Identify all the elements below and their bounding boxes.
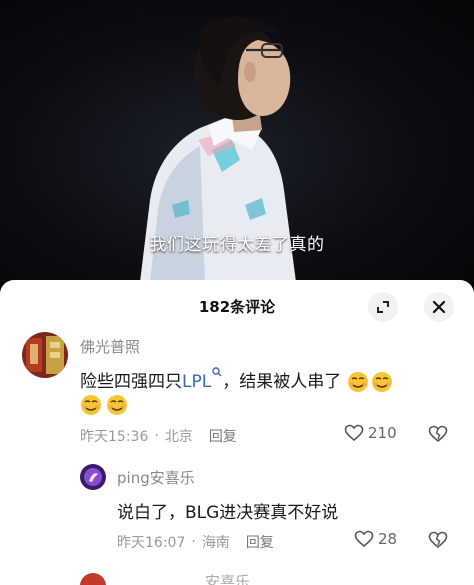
comment-text-after: ，结果被人串了 (222, 372, 342, 392)
search-link-lpl[interactable]: LPL (182, 367, 222, 392)
comment-meta: 昨天16:07 · 海南 回复 (117, 532, 274, 552)
comment-time: 昨天15:36 (80, 429, 149, 445)
comment-emoji-row (80, 394, 128, 416)
expand-button[interactable] (368, 292, 398, 322)
reply-item-partial: 安喜乐 (0, 573, 474, 585)
comment-location: 北京 (164, 429, 193, 445)
reply-button[interactable]: 回复 (246, 532, 274, 552)
heart-icon (354, 530, 374, 548)
video-subtitle: 我们这玩得太差了真的 (149, 235, 325, 255)
like-count: 210 (368, 424, 397, 442)
avatar[interactable] (80, 573, 106, 585)
comment-text: 险些四强四只LPL ，结果被人串了 (80, 367, 393, 393)
broken-heart-icon (428, 531, 448, 549)
like-count: 28 (378, 530, 398, 548)
comment-meta: 昨天15:36 · 北京 回复 (80, 426, 237, 446)
sly-smile-emoji (107, 395, 127, 415)
like-button[interactable]: 210 (344, 424, 397, 442)
search-icon (212, 367, 222, 377)
sly-smile-emoji (371, 372, 392, 392)
comment-text: 说白了，BLG进决赛真不好说 (117, 503, 339, 523)
expand-icon (377, 301, 389, 313)
avatar-image (80, 464, 106, 490)
avatar[interactable] (80, 464, 106, 490)
close-icon (432, 300, 446, 314)
comment-username[interactable]: ping安喜乐 (117, 467, 195, 488)
reply-button[interactable]: 回复 (209, 426, 237, 446)
search-link-text: LPL (182, 372, 212, 392)
comment-username[interactable]: 佛光普照 (80, 336, 140, 357)
broken-heart-icon (428, 425, 448, 443)
heart-icon (344, 424, 364, 442)
sly-smile-emoji (81, 395, 101, 415)
comment-time: 昨天16:07 (117, 535, 186, 551)
comment-username[interactable]: 安喜乐 (205, 571, 250, 585)
sly-smile-emoji (347, 372, 368, 392)
comment-location: 海南 (201, 535, 230, 551)
comments-sheet: 182条评论 佛光普照 险些四强四只LPL，结果被人串了 昨天15:36 · 北… (0, 280, 474, 585)
comment-text-before: 险些四强四只 (80, 372, 182, 392)
reply-item: ping安喜乐 说白了，BLG进决赛真不好说 昨天16:07 · 海南 回复 2… (0, 462, 474, 562)
meta-separator: · (191, 534, 196, 550)
avatar-image (22, 332, 68, 378)
like-button[interactable]: 28 (354, 530, 397, 548)
comment-item: 佛光普照 险些四强四只LPL ，结果被人串了 昨天15:36 · 北京 回复 21… (0, 332, 474, 452)
video-player[interactable]: 我们这玩得太差了真的 (0, 0, 474, 282)
dislike-button[interactable] (428, 425, 448, 447)
close-button[interactable] (424, 292, 454, 322)
dislike-button[interactable] (428, 531, 448, 553)
comments-count-title: 182条评论 (198, 298, 276, 316)
meta-separator: · (154, 428, 159, 444)
avatar[interactable] (22, 332, 68, 378)
comments-header: 182条评论 (0, 280, 474, 332)
